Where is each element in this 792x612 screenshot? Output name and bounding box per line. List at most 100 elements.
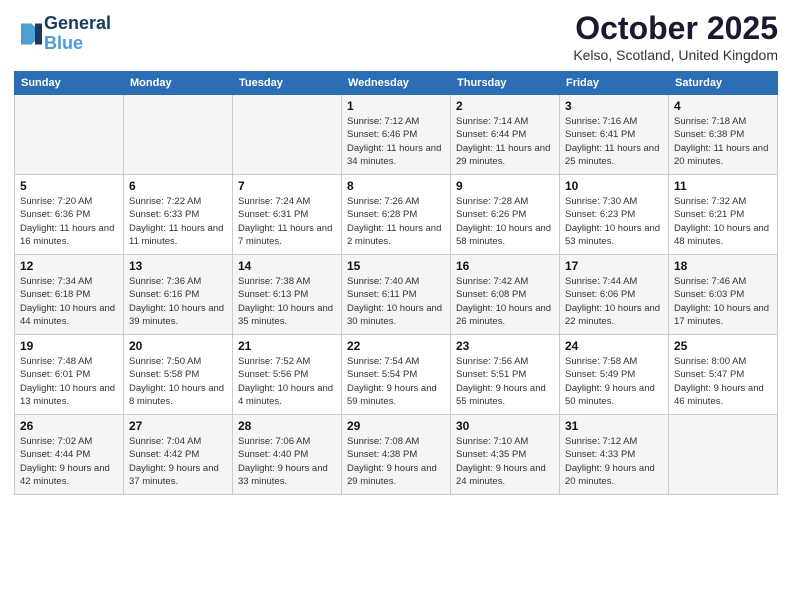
cell-w1-d1: [15, 95, 124, 175]
day-info: Sunrise: 7:12 AM Sunset: 4:33 PM Dayligh…: [565, 435, 663, 488]
day-info: Sunrise: 7:02 AM Sunset: 4:44 PM Dayligh…: [20, 435, 118, 488]
day-number: 14: [238, 259, 336, 273]
day-number: 4: [674, 99, 772, 113]
day-number: 18: [674, 259, 772, 273]
cell-w5-d1: 26Sunrise: 7:02 AM Sunset: 4:44 PM Dayli…: [15, 415, 124, 495]
day-info: Sunrise: 8:00 AM Sunset: 5:47 PM Dayligh…: [674, 355, 772, 408]
header: General Blue October 2025 Kelso, Scotlan…: [14, 10, 778, 63]
day-info: Sunrise: 7:26 AM Sunset: 6:28 PM Dayligh…: [347, 195, 445, 248]
week-row-1: 1 Sunrise: 7:12 AM Sunset: 6:46 PM Daylig…: [15, 95, 778, 175]
cell-w3-d6: 17 Sunrise: 7:44 AM Sunset: 6:06 PM Dayli…: [560, 255, 669, 335]
cell-w2-d2: 6 Sunrise: 7:22 AM Sunset: 6:33 PM Daylig…: [124, 175, 233, 255]
day-info: Sunrise: 7:06 AM Sunset: 4:40 PM Dayligh…: [238, 435, 336, 488]
day-info: Sunrise: 7:32 AM Sunset: 6:21 PM Dayligh…: [674, 195, 772, 248]
col-saturday: Saturday: [669, 72, 778, 95]
cell-w4-d2: 20 Sunrise: 7:50 AM Sunset: 5:58 PM Dayli…: [124, 335, 233, 415]
day-number: 6: [129, 179, 227, 193]
day-number: 22: [347, 339, 445, 353]
day-number: 31: [565, 419, 663, 433]
day-number: 1: [347, 99, 445, 113]
calendar-table: Sunday Monday Tuesday Wednesday Thursday…: [14, 71, 778, 495]
day-info: Sunrise: 7:56 AM Sunset: 5:51 PM Dayligh…: [456, 355, 554, 408]
logo-line1: General: [44, 14, 111, 34]
day-number: 12: [20, 259, 118, 273]
day-number: 2: [456, 99, 554, 113]
title-block: October 2025 Kelso, Scotland, United Kin…: [573, 10, 778, 63]
day-number: 11: [674, 179, 772, 193]
cell-w1-d6: 3Sunrise: 7:16 AM Sunset: 6:41 PM Daylig…: [560, 95, 669, 175]
day-number: 5: [20, 179, 118, 193]
week-row-5: 26Sunrise: 7:02 AM Sunset: 4:44 PM Dayli…: [15, 415, 778, 495]
logo-text: General Blue: [44, 14, 111, 54]
day-info: Sunrise: 7:16 AM Sunset: 6:41 PM Dayligh…: [565, 115, 663, 168]
day-info: Sunrise: 7:22 AM Sunset: 6:33 PM Dayligh…: [129, 195, 227, 248]
col-wednesday: Wednesday: [342, 72, 451, 95]
cell-w4-d4: 22Sunrise: 7:54 AM Sunset: 5:54 PM Dayli…: [342, 335, 451, 415]
cell-w5-d2: 27 Sunrise: 7:04 AM Sunset: 4:42 PM Dayli…: [124, 415, 233, 495]
cell-w2-d5: 9Sunrise: 7:28 AM Sunset: 6:26 PM Daylig…: [451, 175, 560, 255]
day-info: Sunrise: 7:20 AM Sunset: 6:36 PM Dayligh…: [20, 195, 118, 248]
cell-w5-d6: 31 Sunrise: 7:12 AM Sunset: 4:33 PM Dayli…: [560, 415, 669, 495]
day-number: 25: [674, 339, 772, 353]
cell-w3-d3: 14 Sunrise: 7:38 AM Sunset: 6:13 PM Dayli…: [233, 255, 342, 335]
day-info: Sunrise: 7:08 AM Sunset: 4:38 PM Dayligh…: [347, 435, 445, 488]
cell-w2-d3: 7 Sunrise: 7:24 AM Sunset: 6:31 PM Daylig…: [233, 175, 342, 255]
day-info: Sunrise: 7:48 AM Sunset: 6:01 PM Dayligh…: [20, 355, 118, 408]
col-tuesday: Tuesday: [233, 72, 342, 95]
day-info: Sunrise: 7:12 AM Sunset: 6:46 PM Dayligh…: [347, 115, 445, 168]
cell-w3-d7: 18 Sunrise: 7:46 AM Sunset: 6:03 PM Dayli…: [669, 255, 778, 335]
week-row-3: 12 Sunrise: 7:34 AM Sunset: 6:18 PM Dayli…: [15, 255, 778, 335]
week-row-2: 5 Sunrise: 7:20 AM Sunset: 6:36 PM Daylig…: [15, 175, 778, 255]
day-number: 20: [129, 339, 227, 353]
cell-w3-d4: 15Sunrise: 7:40 AM Sunset: 6:11 PM Dayli…: [342, 255, 451, 335]
day-info: Sunrise: 7:50 AM Sunset: 5:58 PM Dayligh…: [129, 355, 227, 408]
day-number: 30: [456, 419, 554, 433]
day-info: Sunrise: 7:14 AM Sunset: 6:44 PM Dayligh…: [456, 115, 554, 168]
day-number: 7: [238, 179, 336, 193]
month-title: October 2025: [573, 10, 778, 47]
cell-w5-d4: 29 Sunrise: 7:08 AM Sunset: 4:38 PM Dayli…: [342, 415, 451, 495]
day-number: 23: [456, 339, 554, 353]
cell-w1-d3: [233, 95, 342, 175]
page: General Blue October 2025 Kelso, Scotlan…: [0, 0, 792, 612]
day-info: Sunrise: 7:40 AM Sunset: 6:11 PM Dayligh…: [347, 275, 445, 328]
logo-icon: [14, 20, 42, 48]
cell-w4-d3: 21Sunrise: 7:52 AM Sunset: 5:56 PM Dayli…: [233, 335, 342, 415]
cell-w1-d4: 1 Sunrise: 7:12 AM Sunset: 6:46 PM Daylig…: [342, 95, 451, 175]
day-info: Sunrise: 7:44 AM Sunset: 6:06 PM Dayligh…: [565, 275, 663, 328]
day-number: 13: [129, 259, 227, 273]
logo-line2: Blue: [44, 34, 111, 54]
day-number: 21: [238, 339, 336, 353]
day-info: Sunrise: 7:34 AM Sunset: 6:18 PM Dayligh…: [20, 275, 118, 328]
day-info: Sunrise: 7:46 AM Sunset: 6:03 PM Dayligh…: [674, 275, 772, 328]
cell-w5-d7: [669, 415, 778, 495]
day-number: 16: [456, 259, 554, 273]
day-number: 17: [565, 259, 663, 273]
day-info: Sunrise: 7:38 AM Sunset: 6:13 PM Dayligh…: [238, 275, 336, 328]
day-info: Sunrise: 7:58 AM Sunset: 5:49 PM Dayligh…: [565, 355, 663, 408]
cell-w4-d5: 23 Sunrise: 7:56 AM Sunset: 5:51 PM Dayli…: [451, 335, 560, 415]
cell-w1-d7: 4 Sunrise: 7:18 AM Sunset: 6:38 PM Daylig…: [669, 95, 778, 175]
day-number: 28: [238, 419, 336, 433]
day-info: Sunrise: 7:42 AM Sunset: 6:08 PM Dayligh…: [456, 275, 554, 328]
day-number: 27: [129, 419, 227, 433]
day-number: 19: [20, 339, 118, 353]
calendar-header-row: Sunday Monday Tuesday Wednesday Thursday…: [15, 72, 778, 95]
cell-w5-d5: 30 Sunrise: 7:10 AM Sunset: 4:35 PM Dayli…: [451, 415, 560, 495]
day-info: Sunrise: 7:10 AM Sunset: 4:35 PM Dayligh…: [456, 435, 554, 488]
cell-w2-d7: 11 Sunrise: 7:32 AM Sunset: 6:21 PM Dayli…: [669, 175, 778, 255]
day-number: 29: [347, 419, 445, 433]
logo: General Blue: [14, 14, 111, 54]
col-sunday: Sunday: [15, 72, 124, 95]
cell-w1-d5: 2 Sunrise: 7:14 AM Sunset: 6:44 PM Daylig…: [451, 95, 560, 175]
day-number: 9: [456, 179, 554, 193]
day-info: Sunrise: 7:24 AM Sunset: 6:31 PM Dayligh…: [238, 195, 336, 248]
week-row-4: 19 Sunrise: 7:48 AM Sunset: 6:01 PM Dayli…: [15, 335, 778, 415]
day-number: 10: [565, 179, 663, 193]
day-info: Sunrise: 7:04 AM Sunset: 4:42 PM Dayligh…: [129, 435, 227, 488]
day-info: Sunrise: 7:18 AM Sunset: 6:38 PM Dayligh…: [674, 115, 772, 168]
cell-w2-d1: 5 Sunrise: 7:20 AM Sunset: 6:36 PM Daylig…: [15, 175, 124, 255]
col-thursday: Thursday: [451, 72, 560, 95]
cell-w5-d3: 28 Sunrise: 7:06 AM Sunset: 4:40 PM Dayli…: [233, 415, 342, 495]
cell-w3-d5: 16 Sunrise: 7:42 AM Sunset: 6:08 PM Dayli…: [451, 255, 560, 335]
